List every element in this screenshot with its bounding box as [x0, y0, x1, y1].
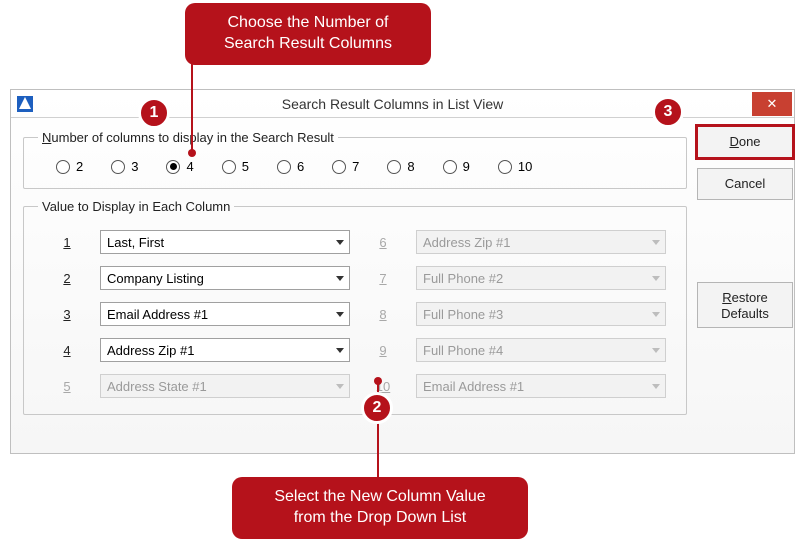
radio-icon [277, 160, 291, 174]
radio-label: 4 [186, 159, 193, 174]
col-select-2[interactable]: Company Listing [100, 266, 350, 290]
btn-label: Cancel [725, 176, 765, 191]
radio-icon [443, 160, 457, 174]
col-index-2: 2 [56, 271, 78, 286]
col-select-4[interactable]: Address Zip #1 [100, 338, 350, 362]
combo-value: Full Phone #4 [423, 343, 503, 358]
combo-value: Address Zip #1 [107, 343, 194, 358]
radio-label: 6 [297, 159, 304, 174]
combo-value: Address State #1 [107, 379, 207, 394]
btn-line2: Defaults [721, 306, 769, 321]
radio-icon [111, 160, 125, 174]
radio-label: 3 [131, 159, 138, 174]
restore-defaults-button[interactable]: Restore Defaults [697, 282, 793, 328]
close-button[interactable]: ✕ [752, 92, 792, 116]
col-select-10: Email Address #1 [416, 374, 666, 398]
combo-value: Email Address #1 [107, 307, 208, 322]
radio-icon [222, 160, 236, 174]
combo-value: Address Zip #1 [423, 235, 510, 250]
group-legend: Value to Display in Each Column [38, 199, 234, 214]
group-value-per-column: Value to Display in Each Column 1 Last, … [23, 199, 687, 415]
dialog-search-result-columns: Search Result Columns in List View ✕ Num… [10, 89, 795, 454]
radio-9[interactable]: 9 [443, 159, 470, 174]
combo-value: Last, First [107, 235, 164, 250]
radio-label: 7 [352, 159, 359, 174]
radio-5[interactable]: 5 [222, 159, 249, 174]
connector-dot [374, 377, 382, 385]
col-index-1: 1 [56, 235, 78, 250]
legend-accel: N [42, 130, 51, 145]
columns-grid: 1 Last, First 6 Address Zip #1 2 Company… [38, 224, 672, 402]
radio-label: 8 [407, 159, 414, 174]
done-button[interactable]: Done [697, 126, 793, 158]
radio-icon [498, 160, 512, 174]
radio-row: 2 3 4 5 6 7 8 9 10 [38, 155, 672, 176]
radio-6[interactable]: 6 [277, 159, 304, 174]
callout-choose-columns: Choose the Number of Search Result Colum… [185, 3, 431, 65]
radio-icon [387, 160, 401, 174]
btn-accel: R [722, 290, 731, 305]
radio-icon [332, 160, 346, 174]
connector-line [191, 63, 193, 151]
callout-line: Search Result Columns [207, 34, 409, 55]
radio-4[interactable]: 4 [166, 159, 193, 174]
cancel-button[interactable]: Cancel [697, 168, 793, 200]
col-select-8: Full Phone #3 [416, 302, 666, 326]
col-index-3: 3 [56, 307, 78, 322]
step-badge-1: 1 [138, 97, 170, 129]
col-select-6: Address Zip #1 [416, 230, 666, 254]
btn-accel: D [729, 134, 738, 149]
combo-value: Full Phone #3 [423, 307, 503, 322]
callout-line: Choose the Number of [207, 13, 409, 34]
radio-3[interactable]: 3 [111, 159, 138, 174]
group-number-of-columns: Number of columns to display in the Sear… [23, 130, 687, 189]
btn-rest: estore [732, 290, 768, 305]
radio-8[interactable]: 8 [387, 159, 414, 174]
col-index-6: 6 [372, 235, 394, 250]
col-select-5: Address State #1 [100, 374, 350, 398]
combo-value: Full Phone #2 [423, 271, 503, 286]
radio-label: 9 [463, 159, 470, 174]
radio-2[interactable]: 2 [56, 159, 83, 174]
callout-line: Select the New Column Value [254, 487, 506, 508]
col-index-4: 4 [56, 343, 78, 358]
col-select-1[interactable]: Last, First [100, 230, 350, 254]
radio-icon [166, 160, 180, 174]
callout-line: from the Drop Down List [254, 508, 506, 529]
col-select-3[interactable]: Email Address #1 [100, 302, 350, 326]
btn-rest: one [739, 134, 761, 149]
step-badge-3: 3 [652, 96, 684, 128]
radio-icon [56, 160, 70, 174]
radio-label: 10 [518, 159, 532, 174]
col-index-9: 9 [372, 343, 394, 358]
radio-10[interactable]: 10 [498, 159, 532, 174]
step-badge-2: 2 [361, 392, 393, 424]
callout-select-value: Select the New Column Value from the Dro… [232, 477, 528, 539]
col-index-5: 5 [56, 379, 78, 394]
connector-dot [188, 149, 196, 157]
col-select-9: Full Phone #4 [416, 338, 666, 362]
radio-label: 2 [76, 159, 83, 174]
col-index-7: 7 [372, 271, 394, 286]
combo-value: Company Listing [107, 271, 204, 286]
combo-value: Email Address #1 [423, 379, 524, 394]
group-legend: Number of columns to display in the Sear… [38, 130, 338, 145]
radio-7[interactable]: 7 [332, 159, 359, 174]
close-icon: ✕ [767, 96, 778, 112]
col-select-7: Full Phone #2 [416, 266, 666, 290]
col-index-8: 8 [372, 307, 394, 322]
app-icon [17, 96, 33, 112]
radio-label: 5 [242, 159, 249, 174]
